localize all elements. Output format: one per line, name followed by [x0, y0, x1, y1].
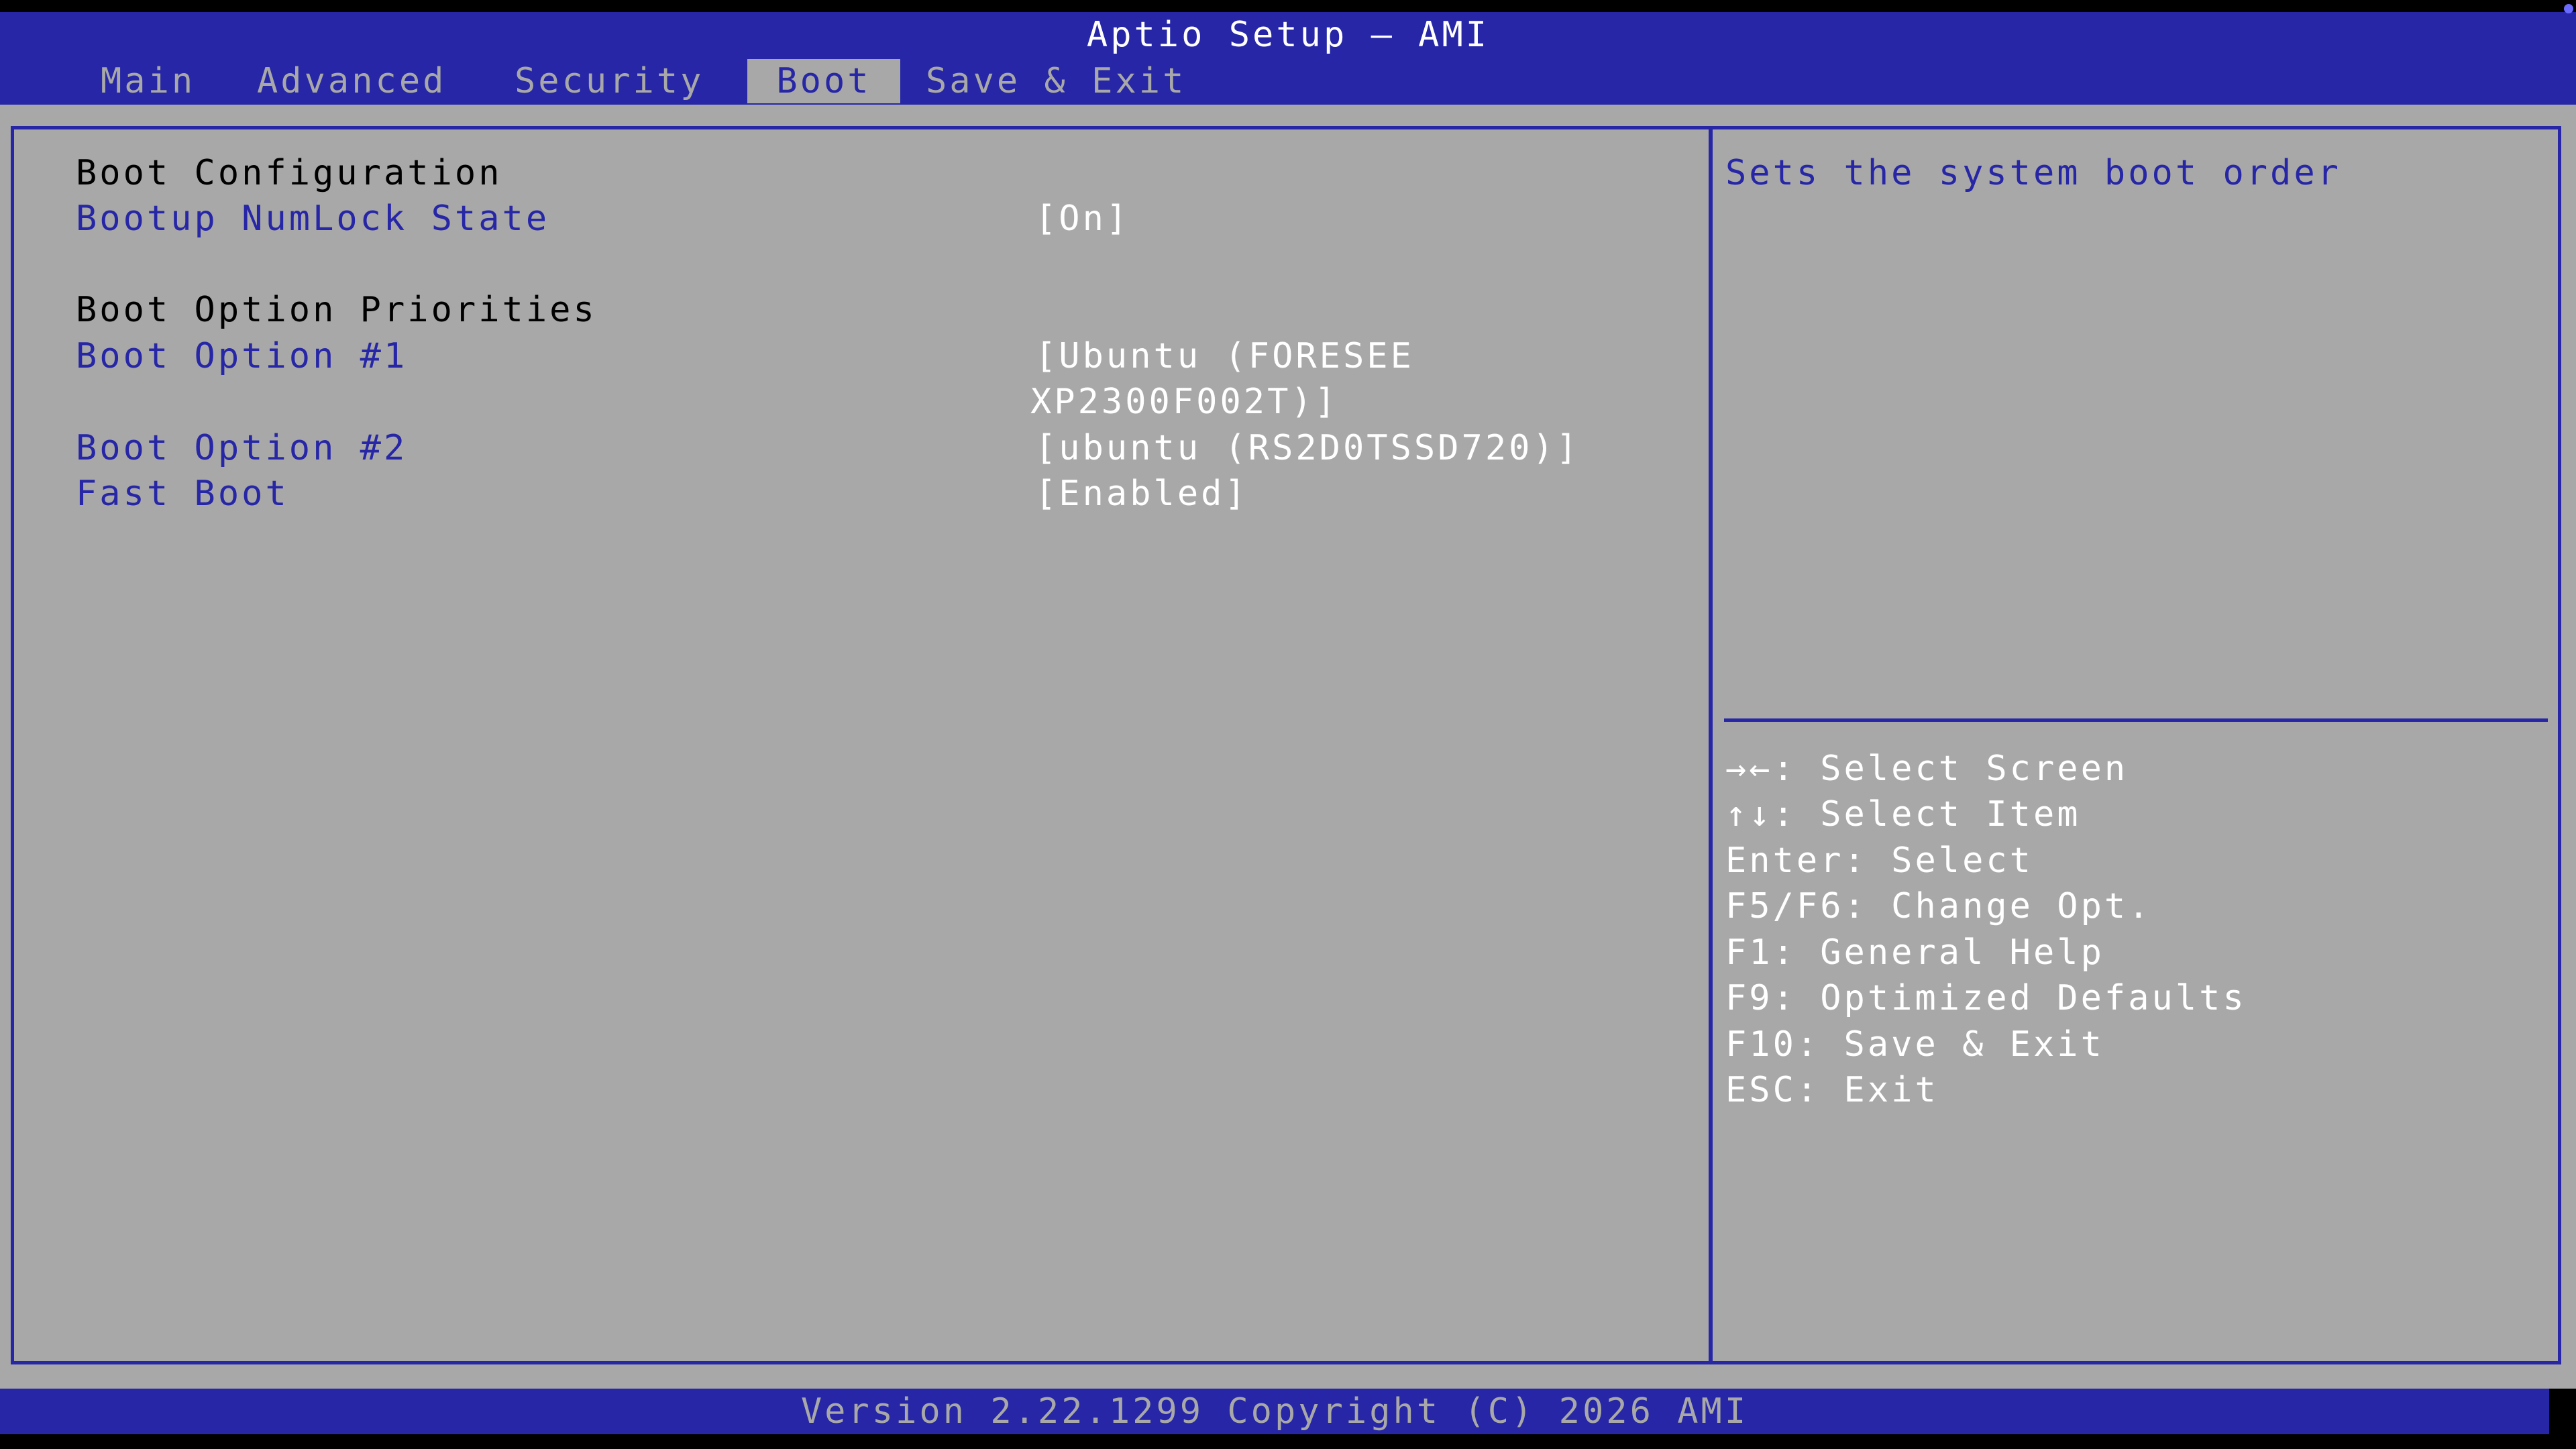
app-title: Aptio Setup – AMI — [1086, 15, 1490, 55]
setting-boot-option-1-value[interactable]: [Ubuntu (FORESEE — [1035, 333, 1414, 379]
key-hint-general-help: F1: General Help — [1725, 932, 2104, 973]
panel-divider — [1709, 126, 1713, 1364]
setting-boot-option-1-label[interactable]: Boot Option #1 — [76, 333, 407, 379]
setting-numlock-label[interactable]: Bootup NumLock State — [76, 196, 549, 241]
setting-numlock-value[interactable]: [On] — [1035, 196, 1130, 241]
help-text: Sets the system boot order — [1725, 153, 2341, 193]
tab-advanced[interactable]: Advanced — [257, 59, 446, 103]
key-hint-save-exit: F10: Save & Exit — [1725, 1024, 2104, 1065]
help-separator — [1724, 718, 2548, 722]
setting-fast-boot-value[interactable]: [Enabled] — [1035, 471, 1248, 517]
key-hint-optimized-defaults: F9: Optimized Defaults — [1725, 978, 2247, 1018]
key-hint-select-screen: →←: Select Screen — [1725, 749, 2129, 789]
tab-main[interactable]: Main — [101, 59, 195, 103]
setting-boot-option-2-label[interactable]: Boot Option #2 — [76, 425, 407, 471]
tab-boot[interactable]: Boot — [747, 59, 900, 103]
setting-boot-option-2-value[interactable]: [ubuntu (RS2D0TSSD720)] — [1035, 425, 1580, 471]
tab-save-exit[interactable]: Save & Exit — [926, 59, 1186, 103]
tab-security[interactable]: Security — [515, 59, 704, 103]
key-hint-enter: Enter: Select — [1725, 841, 2033, 881]
key-hint-select-item: ↑↓: Select Item — [1725, 794, 2081, 835]
key-hint-change-opt: F5/F6: Change Opt. — [1725, 886, 2152, 926]
section-boot-configuration: Boot Configuration — [76, 153, 502, 193]
section-boot-option-priorities: Boot Option Priorities — [76, 290, 597, 330]
setting-boot-option-1-value-cont[interactable]: XP2300F002T)] — [1030, 379, 1338, 425]
setting-fast-boot-label[interactable]: Fast Boot — [76, 471, 289, 517]
corner-indicator-icon — [2564, 4, 2573, 13]
key-hint-esc-exit: ESC: Exit — [1725, 1070, 1939, 1110]
version-footer: Version 2.22.1299 Copyright (C) 2026 AMI — [800, 1391, 1749, 1432]
